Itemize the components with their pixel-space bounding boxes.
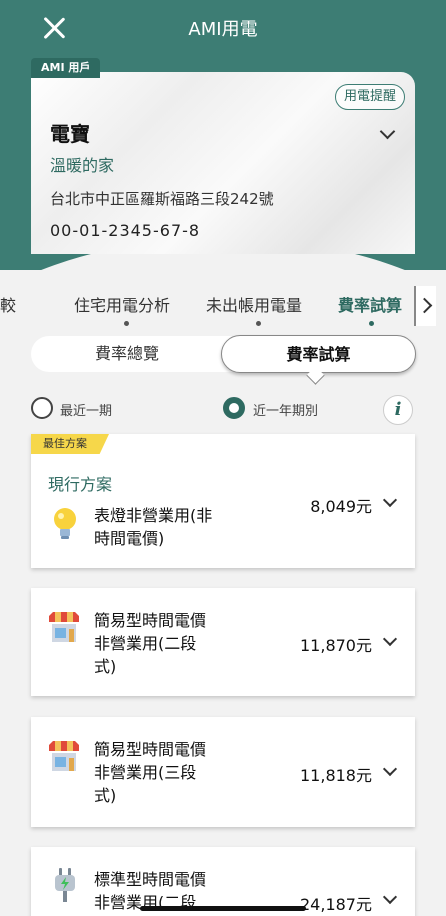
tab-residential-analysis[interactable]: 住宅用電分析	[74, 292, 170, 316]
shop-icon	[49, 612, 79, 642]
plan-name: 表燈非營業用(非 時間電價)	[94, 506, 213, 548]
chevron-down-icon[interactable]	[379, 123, 396, 140]
account-name: 電寶	[50, 122, 90, 146]
plan-name: 簡易型時間電價 非營業用(三段 式)	[94, 740, 207, 805]
tab-unbilled-usage[interactable]: 未出帳用電量	[206, 292, 302, 316]
tab-dot	[256, 321, 261, 326]
tab-dot-active	[369, 321, 374, 326]
tab-dot	[124, 321, 129, 326]
plan-price: 8,049元	[310, 497, 372, 516]
plan-name: 簡易型時間電價 非營業用(二段 式)	[94, 611, 207, 676]
account-nickname: 溫暖的家	[50, 156, 115, 175]
tab-compare[interactable]: 比較	[0, 292, 16, 316]
chevron-down-icon[interactable]	[382, 889, 398, 905]
period-selector: 最近一期 近一年期別 i	[31, 395, 415, 425]
chevron-right-icon[interactable]	[414, 286, 436, 326]
tab-rate-simulation[interactable]: 費率試算	[338, 292, 402, 316]
plan-price: 24,187元	[300, 895, 372, 914]
plan-card[interactable]: 最佳方案 現行方案 表燈非營業用(非 時間電價) 8,049元	[31, 434, 415, 568]
radio-past-year-label: 近一年期別	[253, 404, 319, 419]
ami-user-tag: AMI 用戶	[31, 58, 101, 78]
radio-past-year[interactable]	[223, 397, 245, 419]
plan-price: 11,870元	[300, 636, 372, 655]
lightbulb-icon	[54, 508, 76, 539]
radio-latest-period-label: 最近一期	[60, 404, 113, 419]
tab-bar: 比較 住宅用電分析 未出帳用電量 費率試算	[0, 286, 446, 330]
plan-card[interactable]: 簡易型時間電價 非營業用(二段 式) 11,870元	[31, 588, 415, 696]
best-plan-badge: 最佳方案	[31, 434, 109, 454]
plug-icon	[55, 868, 75, 902]
segment-rate-overview[interactable]: 費率總覽	[31, 336, 223, 372]
plan-card[interactable]: 簡易型時間電價 非營業用(三段 式) 11,818元	[31, 717, 415, 827]
chevron-down-icon[interactable]	[382, 631, 398, 647]
chevron-down-icon[interactable]	[382, 492, 398, 508]
account-card[interactable]: 用電提醒 電寶 溫暖的家 台北市中正區羅斯福路三段242號 00-01-2345…	[31, 72, 415, 254]
segmented-control: 費率總覽 費率試算	[31, 335, 416, 373]
info-icon[interactable]: i	[383, 395, 413, 425]
segment-rate-simulation[interactable]: 費率試算	[221, 335, 416, 373]
shop-icon	[49, 741, 79, 771]
plan-price: 11,818元	[300, 766, 372, 785]
home-indicator	[140, 906, 306, 911]
top-bar: AMI用電	[0, 0, 446, 56]
radio-latest-period[interactable]	[31, 397, 53, 419]
account-number: 00-01-2345-67-8	[50, 221, 201, 240]
chevron-down-icon[interactable]	[382, 761, 398, 777]
account-address: 台北市中正區羅斯福路三段242號	[50, 190, 274, 208]
current-plan-label: 現行方案	[48, 475, 113, 494]
usage-alert-button[interactable]: 用電提醒	[334, 84, 405, 110]
page-title: AMI用電	[188, 19, 258, 40]
